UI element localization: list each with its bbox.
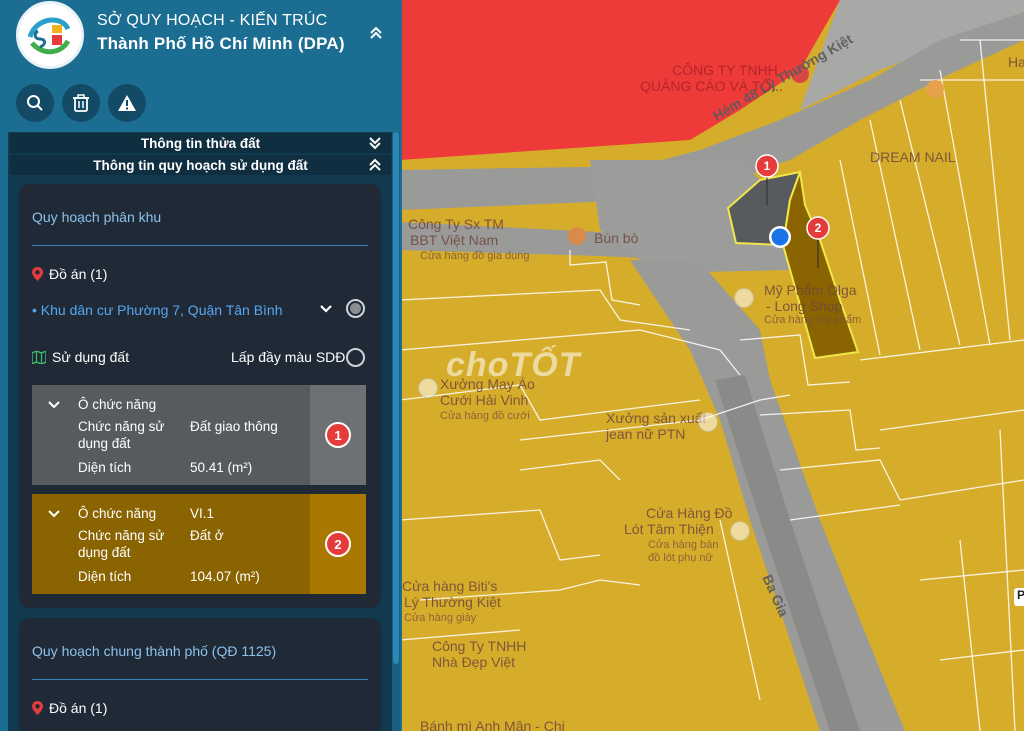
map-label-ha: Ha (1008, 54, 1024, 70)
function-heading: Ô chức năng (78, 397, 157, 412)
divider (32, 245, 368, 246)
map-label-xuong1: Xưởng sản xuất (606, 410, 707, 426)
projects-label: Đồ án (1) (49, 266, 108, 282)
general-plan-card: Quy hoạch chung thành phố (QĐ 1125) Đồ á… (19, 618, 381, 731)
land-use-row: Sử dụng đất (32, 349, 129, 365)
org-name-line1: SỞ QUY HOẠCH - KIẾN TRÚC (97, 12, 328, 29)
area-label: Diện tích (78, 460, 132, 475)
map-label-bitis3: Cửa hàng giày (404, 612, 477, 624)
double-chevron-up-icon[interactable] (369, 158, 381, 175)
land-use-value: Đất ở (190, 528, 224, 543)
section-parcel-info[interactable]: Thông tin thửa đất (10, 133, 391, 153)
general-projects-row: Đồ án (1) (32, 700, 107, 716)
map-label-bbt1: Công Ty Sx TM (408, 216, 504, 232)
map-marker-2 (806, 216, 830, 240)
parcel-badge-1: 1 (325, 422, 351, 448)
scrollbar-thumb[interactable] (393, 132, 399, 664)
project-select-radio[interactable] (346, 299, 365, 318)
function-code: VI.1 (190, 506, 215, 521)
function-box-2[interactable]: Ô chức năng VI.1 Chức năng sử dụng đất Đ… (32, 494, 366, 594)
fill-toggle-radio[interactable] (346, 348, 365, 367)
zoning-card: Quy hoạch phân khu Đồ án (1) • Khu dân c… (19, 184, 381, 608)
map-label-bbt2: BBT Việt Nam (410, 232, 499, 248)
map-label-my-pham1: Mỹ Phẩm Olga (764, 282, 857, 298)
double-chevron-up-icon[interactable] (366, 23, 386, 43)
zoning-card-title: Quy hoạch phân khu (32, 209, 162, 225)
map-pin-icon (32, 701, 43, 715)
general-plan-title: Quy hoạch chung thành phố (QĐ 1125) (32, 643, 277, 659)
map-fold-icon (32, 350, 46, 364)
map-label-dep2: Nhà Đẹp Việt (432, 654, 516, 670)
map-label-my-pham3: Cửa hàng mỹ phẩm (764, 314, 862, 326)
chevron-down-icon[interactable] (48, 506, 60, 524)
map-label-lot1: Cửa Hàng Đồ (646, 505, 733, 521)
double-chevron-down-icon[interactable] (369, 136, 381, 153)
land-use-label: Chức năng sử dụng đất (78, 419, 165, 451)
land-use-value: Đất giao thông (190, 419, 278, 434)
user-location-dot (771, 228, 789, 246)
org-name-line2: Thành Phố Hồ Chí Minh (DPA) (97, 34, 345, 53)
poi-tailor-icon (418, 378, 438, 398)
chevron-down-icon[interactable] (48, 397, 60, 415)
search-icon (27, 95, 43, 111)
map-pin-icon (32, 267, 43, 281)
map-label-xuong2: jean nữ PTN (606, 426, 686, 442)
dpa-logo (16, 1, 84, 69)
map-label-dream-nail: DREAM NAIL (870, 149, 956, 165)
function-heading: Ô chức năng (78, 506, 157, 521)
panel-header: SỞ QUY HOẠCH - KIẾN TRÚC Thành Phố Hồ Ch… (0, 0, 402, 70)
function-box-1[interactable]: Ô chức năng Chức năng sử dụng đất Đất gi… (32, 385, 366, 485)
section-land-use-info[interactable]: Thông tin quy hoạch sử dụng đất (10, 155, 391, 175)
map-marker-1 (755, 154, 779, 178)
map-label-bitis1: Cửa hàng Biti's (402, 578, 498, 594)
side-panel: SỞ QUY HOẠCH - KIẾN TRÚC Thành Phố Hồ Ch… (0, 0, 402, 731)
fill-toggle-label: Lấp đầy màu SDĐ (231, 349, 346, 365)
map-label-lot2: Lót Tâm Thiện (624, 521, 714, 537)
general-projects-label: Đồ án (1) (49, 700, 108, 716)
chevron-down-icon[interactable] (319, 302, 333, 321)
watermark: choTỐT (446, 346, 581, 384)
map-label-may-ao3: Cửa hàng đồ cưới (440, 410, 530, 422)
map-label-may-ao2: Cưới Hải Vinh (440, 392, 529, 408)
section-land-use-info-label: Thông tin quy hoạch sử dụng đất (93, 157, 308, 173)
section-parcel-info-label: Thông tin thửa đất (140, 135, 261, 151)
poi-lingerie-icon (730, 521, 750, 541)
poi-factory-icon (698, 412, 718, 432)
area-value: 104.07 (m²) (190, 569, 260, 584)
area-label: Diện tích (78, 569, 132, 584)
warning-icon (118, 95, 136, 111)
projects-row: Đồ án (1) (32, 266, 107, 282)
area-value: 50.41 (m²) (190, 460, 253, 475)
poi-cosmetics-icon (734, 288, 754, 308)
project-link[interactable]: • Khu dân cư Phường 7, Quận Tân Bình (32, 302, 283, 318)
trash-icon (73, 94, 89, 112)
map-label-company1: CÔNG TY TNHH (672, 62, 778, 78)
search-button[interactable] (16, 84, 54, 122)
map-label-bun-bo: Bún bò (594, 230, 639, 246)
map-label-lot4: đồ lót phụ nữ (648, 552, 713, 564)
map-edge-label: P (1014, 588, 1024, 606)
map-label-bbt3: Cửa hàng đồ gia dụng (420, 250, 530, 262)
land-use-label: Sử dụng đất (52, 349, 130, 365)
map-label-bitis2: Lý Thường Kiệt (404, 594, 501, 610)
report-button[interactable] (108, 84, 146, 122)
panel-scrollbar[interactable] (392, 132, 400, 731)
map-label-dep1: Công Ty TNHH (432, 638, 527, 654)
parcel-badge-2: 2 (325, 531, 351, 557)
land-use-label: Chức năng sử dụng đất (78, 528, 165, 560)
map-label-anh-man: Bánh mì Anh Mận - Chi (420, 718, 565, 731)
divider (32, 679, 368, 680)
panel-scroll-area[interactable]: Thông tin thửa đất Thông tin quy hoạch s… (8, 132, 392, 731)
delete-button[interactable] (62, 84, 100, 122)
